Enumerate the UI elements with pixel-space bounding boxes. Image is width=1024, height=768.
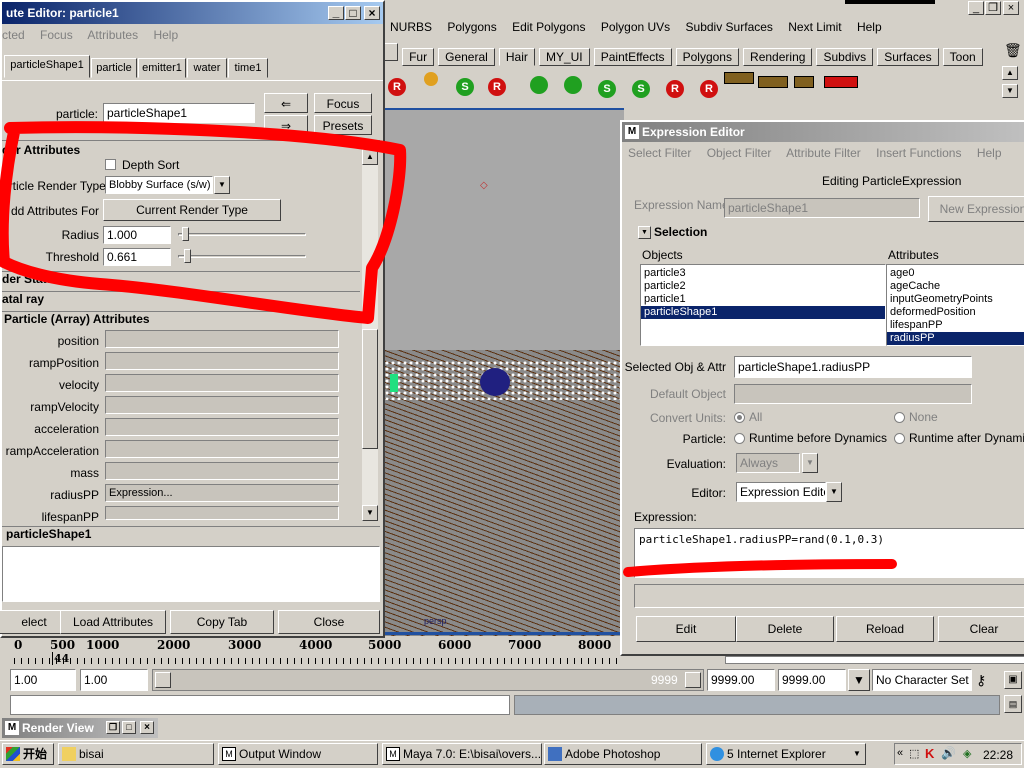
taskbar-item-label: Adobe Photoshop [565, 747, 661, 761]
system-tray: « ⬚ K 🔊 ◈ 22:28 [894, 743, 1022, 765]
chevron-down-icon: ▼ [853, 749, 861, 758]
maya-icon: M [222, 747, 236, 761]
start-label: 开始 [23, 747, 48, 761]
photoshop-icon [548, 747, 562, 761]
red-annotation-loop [0, 121, 407, 324]
taskbar-item-maya[interactable]: M Maya 7.0: E:\bisai\overs... [382, 743, 542, 765]
folder-icon [62, 747, 76, 761]
internet-explorer-icon [710, 747, 724, 761]
red-annotation-overlay [0, 121, 897, 577]
taskbar-item-output-window[interactable]: M Output Window [218, 743, 378, 765]
clock: 22:28 [983, 748, 1014, 762]
taskbar-item-label: Maya 7.0: E:\bisai\overs... [403, 747, 542, 761]
input-method-icon[interactable]: ◈ [963, 747, 971, 760]
antivirus-icon[interactable]: K [925, 746, 934, 761]
taskbar-item-label: Output Window [239, 747, 322, 761]
volume-icon[interactable]: 🔊 [941, 746, 956, 760]
taskbar-item-bisai[interactable]: bisai [58, 743, 214, 765]
taskbar-item-label: 5 Internet Explorer [727, 747, 826, 761]
maya-icon: M [386, 747, 400, 761]
windows-logo-icon [6, 747, 20, 761]
taskbar-item-photoshop[interactable]: Adobe Photoshop [544, 743, 702, 765]
taskbar-item-internet-explorer[interactable]: 5 Internet Explorer ▼ [706, 743, 866, 765]
taskbar-item-label: bisai [79, 747, 104, 761]
start-button[interactable]: 开始 [2, 743, 54, 765]
red-annotation-underline [623, 559, 897, 577]
network-icon[interactable]: ⬚ [909, 747, 919, 760]
tray-expand-icon[interactable]: « [897, 747, 903, 759]
